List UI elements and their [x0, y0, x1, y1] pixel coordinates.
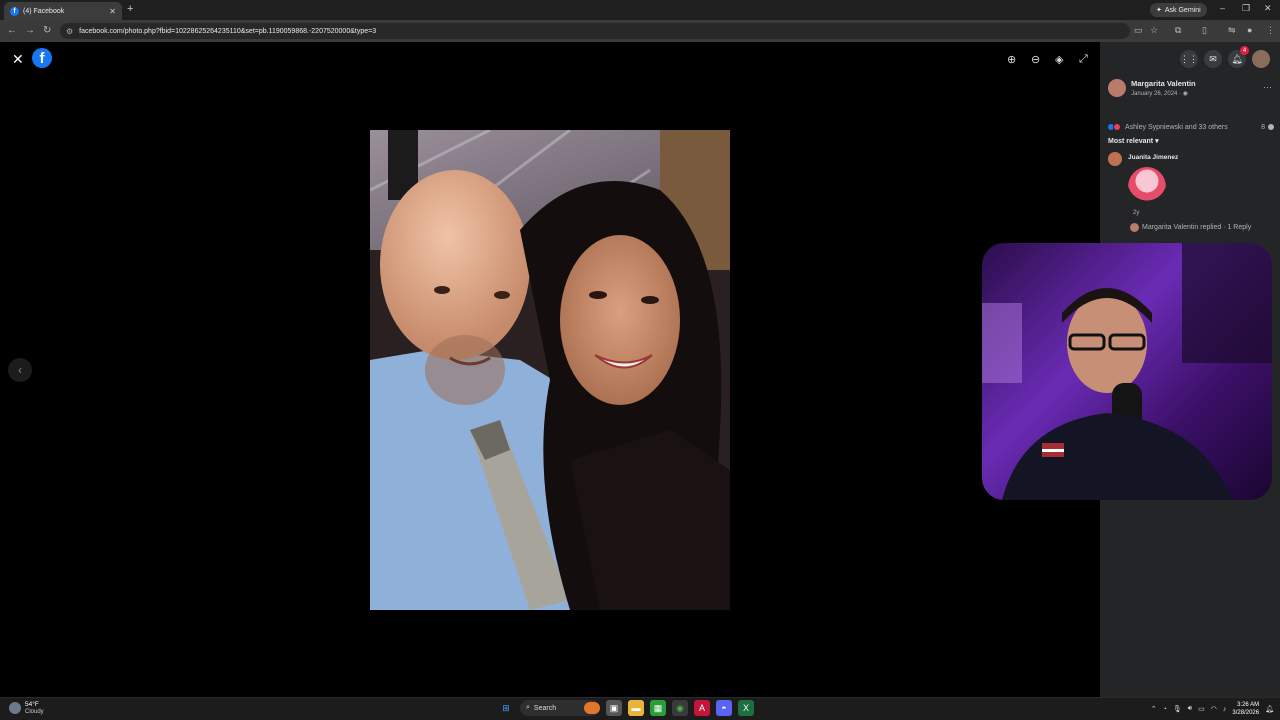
menu-grid-icon[interactable]: ⋮⋮: [1180, 50, 1198, 68]
profile-icon[interactable]: ●: [1247, 25, 1252, 35]
back-icon[interactable]: ←: [7, 25, 17, 36]
post-date[interactable]: January 26, 2024 · ◉: [1131, 90, 1196, 97]
sort-label: Most relevant: [1108, 138, 1154, 145]
comment-sort-dropdown[interactable]: Most relevant ▾: [1108, 137, 1159, 145]
taskbar: 54°F Cloudy ⊞ ⌕ Search ▣ ▬ ▦ ◉ A ◓ X ⌃ ◔…: [0, 697, 1280, 720]
notifications-bell-icon[interactable]: 🔔︎ 4: [1228, 46, 1249, 68]
comment-count[interactable]: 8: [1261, 124, 1265, 131]
author-name[interactable]: Margarita Valentin: [1131, 79, 1196, 88]
more-options-icon[interactable]: ···: [1263, 82, 1272, 92]
restore-icon[interactable]: ❐: [1242, 3, 1250, 14]
love-reaction-icon: [1113, 123, 1121, 131]
forward-icon[interactable]: →: [25, 25, 35, 36]
chrome-icon[interactable]: ◉: [672, 700, 688, 716]
browser-tab-facebook[interactable]: f (4) Facebook ✕: [4, 2, 122, 20]
replies-link[interactable]: Margarita Valentin replied · 1 Reply: [1130, 223, 1251, 232]
post-author: Margarita Valentin January 26, 2024 · ◉: [1108, 79, 1196, 97]
extensions-icon[interactable]: ⧉: [1175, 25, 1181, 36]
comment: Juanita Jimenez: [1108, 152, 1178, 166]
minimize-icon[interactable]: –: [1220, 3, 1225, 13]
fullscreen-icon[interactable]: ⤢: [1079, 53, 1088, 66]
network-icon[interactable]: ◔: [1163, 706, 1167, 713]
discord-icon[interactable]: ◓: [716, 700, 732, 716]
tab-close-icon[interactable]: ✕: [109, 7, 116, 16]
zoom-in-icon[interactable]: ⊕: [1007, 53, 1016, 66]
taskbar-search[interactable]: ⌕ Search: [520, 700, 600, 716]
close-viewer-icon[interactable]: ✕: [12, 51, 24, 68]
clock-date: 3/28/2026: [1232, 710, 1260, 716]
reload-icon[interactable]: ↻: [43, 25, 51, 36]
commenter-name[interactable]: Juanita Jimenez: [1128, 154, 1178, 166]
browser-toolbar: ← → ↻ ⚙ facebook.com/photo.php?fbid=1022…: [0, 20, 1280, 42]
task-view-icon[interactable]: ▣: [606, 700, 622, 716]
facebook-top-actions: ⋮⋮ ✉ 🔔︎ 4: [1180, 46, 1270, 68]
search-icon: ⌕: [526, 704, 530, 711]
browser-menu-icon[interactable]: ⋮: [1266, 25, 1275, 36]
cast-icon[interactable]: ▭: [1134, 25, 1143, 36]
facebook-logo-icon[interactable]: f: [32, 48, 52, 68]
display-icon[interactable]: ▭: [1198, 705, 1205, 713]
gemini-sparkle-icon: ✦: [1156, 7, 1162, 14]
clock[interactable]: 3:26 AM 3/28/2026: [1232, 701, 1259, 717]
facebook-favicon-icon: f: [10, 6, 19, 16]
commenter-avatar[interactable]: [1108, 152, 1122, 166]
photo-viewer: ✕ f ⊕ ⊖ ◈ ⤢ ‹: [0, 42, 1100, 697]
comment-icon: [1267, 123, 1275, 131]
file-explorer-icon[interactable]: ▬: [628, 700, 644, 716]
taskbar-apps: ⊞ ⌕ Search ▣ ▬ ▦ ◉ A ◓ X: [498, 700, 754, 716]
tag-icon[interactable]: ◈: [1055, 53, 1063, 66]
ask-gemini-button[interactable]: ✦ Ask Gemini: [1150, 3, 1207, 17]
ask-gemini-label: Ask Gemini: [1164, 6, 1201, 14]
weather-condition: Cloudy: [25, 709, 44, 715]
acrobat-icon[interactable]: A: [694, 700, 710, 716]
search-label: Search: [533, 704, 557, 712]
notification-badge: 4: [1240, 46, 1249, 55]
photo: [370, 130, 730, 610]
volume-icon[interactable]: 🔊︎: [1188, 705, 1192, 713]
replier-avatar: [1130, 223, 1139, 232]
tray-overflow-icon[interactable]: ⌃: [1151, 705, 1157, 713]
notification-center-icon[interactable]: 🔔︎: [1265, 705, 1274, 713]
new-tab-icon[interactable]: +: [127, 3, 133, 15]
address-bar[interactable]: ⚙ facebook.com/photo.php?fbid=1022862526…: [60, 23, 1130, 39]
tab-title: (4) Facebook: [23, 7, 65, 15]
reactions-summary[interactable]: Ashley Sypniewski and 33 others 8: [1107, 123, 1275, 131]
weather-widget[interactable]: 54°F Cloudy: [9, 701, 44, 715]
cloudy-icon: [9, 702, 21, 714]
url-text: facebook.com/photo.php?fbid=102286252642…: [79, 27, 377, 35]
weather-temperature: 54°F: [25, 701, 39, 708]
author-avatar[interactable]: [1108, 79, 1126, 97]
account-avatar[interactable]: [1252, 50, 1270, 68]
chevron-down-icon: ▾: [1155, 138, 1159, 145]
photo-image: [370, 130, 730, 610]
site-info-icon[interactable]: ⚙: [66, 27, 73, 36]
reactions-text: Ashley Sypniewski and 33 others: [1125, 123, 1228, 131]
webcam-image: [982, 243, 1272, 500]
webcam-overlay: [982, 243, 1272, 500]
messenger-icon[interactable]: ✉: [1204, 50, 1222, 68]
speaker-icon[interactable]: ♪: [1223, 706, 1227, 713]
microphone-icon[interactable]: 🎙︎: [1173, 705, 1182, 713]
browser-tab-strip: f (4) Facebook ✕ + ✦ Ask Gemini – ❐ ✕: [0, 0, 1280, 20]
wifi-icon[interactable]: ◠: [1211, 705, 1217, 713]
tab-search-icon[interactable]: ⇋: [1228, 25, 1236, 36]
search-highlight-icon: [584, 702, 600, 714]
previous-photo-button[interactable]: ‹: [8, 358, 32, 382]
excel-icon[interactable]: X: [738, 700, 754, 716]
sidebar-icon[interactable]: ▯: [1202, 25, 1207, 36]
store-icon[interactable]: ▦: [650, 700, 666, 716]
clock-time: 3:26 AM: [1237, 702, 1260, 708]
start-icon[interactable]: ⊞: [498, 700, 514, 716]
replies-text: Margarita Valentin replied · 1 Reply: [1142, 224, 1252, 231]
system-tray: ⌃ ◔ 🎙︎ 🔊︎ ▭ ◠ ♪ 3:26 AM 3/28/2026 🔔︎: [1151, 701, 1274, 717]
comment-time[interactable]: 2y: [1133, 210, 1139, 216]
window-close-icon[interactable]: ✕: [1264, 3, 1272, 14]
bookmark-star-icon[interactable]: ☆: [1150, 25, 1158, 36]
heart-sticker-image: [1128, 167, 1166, 207]
zoom-out-icon[interactable]: ⊖: [1031, 53, 1040, 66]
